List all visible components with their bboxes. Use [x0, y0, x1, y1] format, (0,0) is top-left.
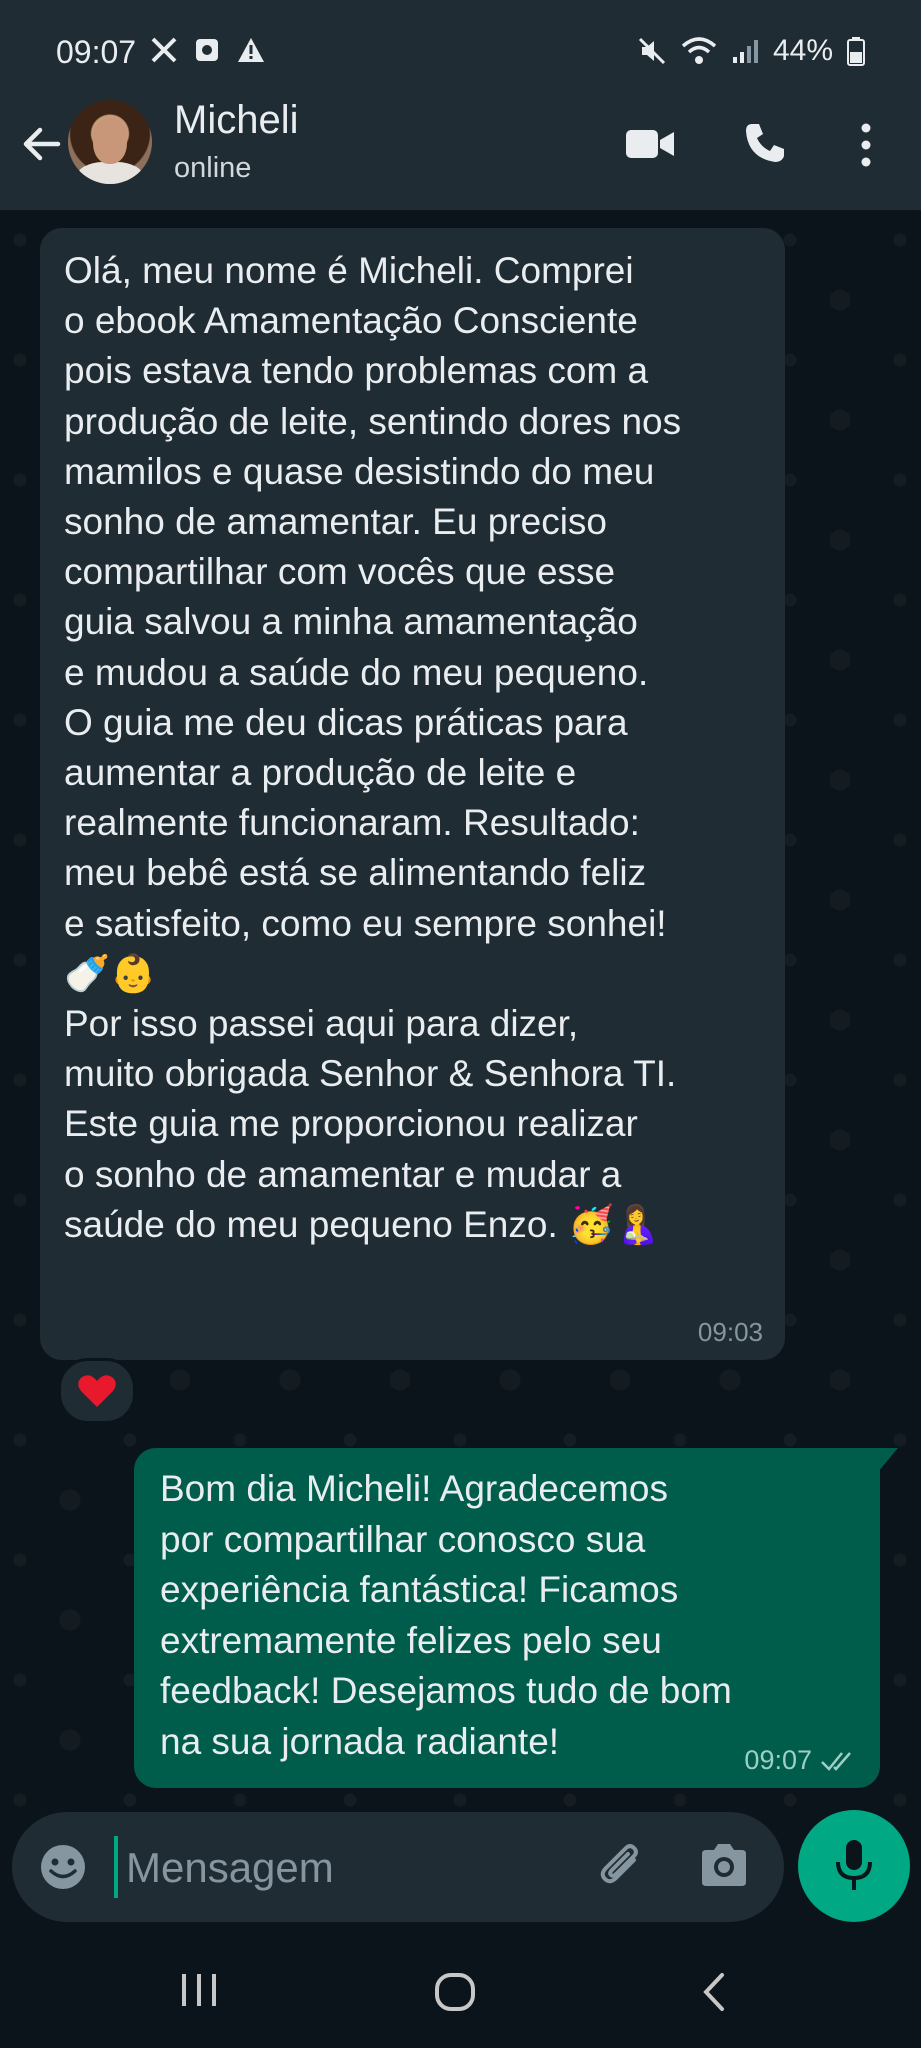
mute-icon — [638, 37, 666, 65]
outgoing-message-bubble[interactable]: Bom dia Micheli! Agradecemos por compart… — [134, 1448, 898, 1788]
warning-icon — [238, 38, 264, 62]
incoming-message-bubble[interactable]: Olá, meu nome é Micheli. Comprei o ebook… — [40, 228, 785, 1360]
back-arrow-icon[interactable] — [18, 120, 66, 168]
incoming-message-time: 09:03 — [697, 1317, 763, 1347]
app-notification-icon — [196, 39, 218, 61]
status-left-icons — [150, 36, 266, 64]
heart-icon — [78, 1375, 116, 1407]
heart-reaction[interactable] — [58, 1358, 136, 1424]
incoming-message-text: Olá, meu nome é Micheli. Comprei o ebook… — [64, 250, 682, 1245]
status-time: 09:07 — [56, 34, 137, 70]
system-navbar — [0, 1932, 921, 2048]
signal-icon — [732, 40, 758, 63]
contact-status: online — [174, 152, 252, 184]
chat-header: Micheli online — [0, 84, 921, 210]
message-input[interactable] — [124, 1832, 598, 1904]
contact-name[interactable]: Micheli — [174, 98, 298, 143]
video-call-icon[interactable] — [624, 126, 676, 162]
recent-apps-icon[interactable] — [178, 1972, 220, 2008]
mic-icon — [836, 1840, 872, 1890]
text-cursor — [114, 1836, 118, 1898]
emoji-icon[interactable] — [38, 1842, 88, 1892]
x-logo-icon — [151, 37, 177, 63]
home-icon[interactable] — [434, 1972, 476, 2012]
wifi-icon — [681, 37, 717, 64]
read-receipt-icon — [821, 1751, 851, 1771]
battery-icon — [847, 37, 865, 66]
outgoing-message-text: Bom dia Micheli! Agradecemos por compart… — [160, 1468, 732, 1762]
status-right: 44% — [637, 34, 865, 68]
mic-button[interactable] — [798, 1810, 910, 1922]
attach-icon[interactable] — [594, 1838, 650, 1894]
contact-avatar[interactable] — [68, 100, 152, 184]
outgoing-message-time: 09:07 — [744, 1745, 812, 1775]
more-options-icon[interactable] — [858, 122, 874, 168]
message-composer — [12, 1812, 784, 1922]
outgoing-message-meta: 09:07 — [744, 1745, 858, 1776]
camera-icon[interactable] — [698, 1842, 750, 1888]
phone-call-icon[interactable] — [742, 120, 788, 166]
battery-percent: 44% — [772, 34, 833, 67]
back-icon[interactable] — [700, 1972, 728, 2012]
